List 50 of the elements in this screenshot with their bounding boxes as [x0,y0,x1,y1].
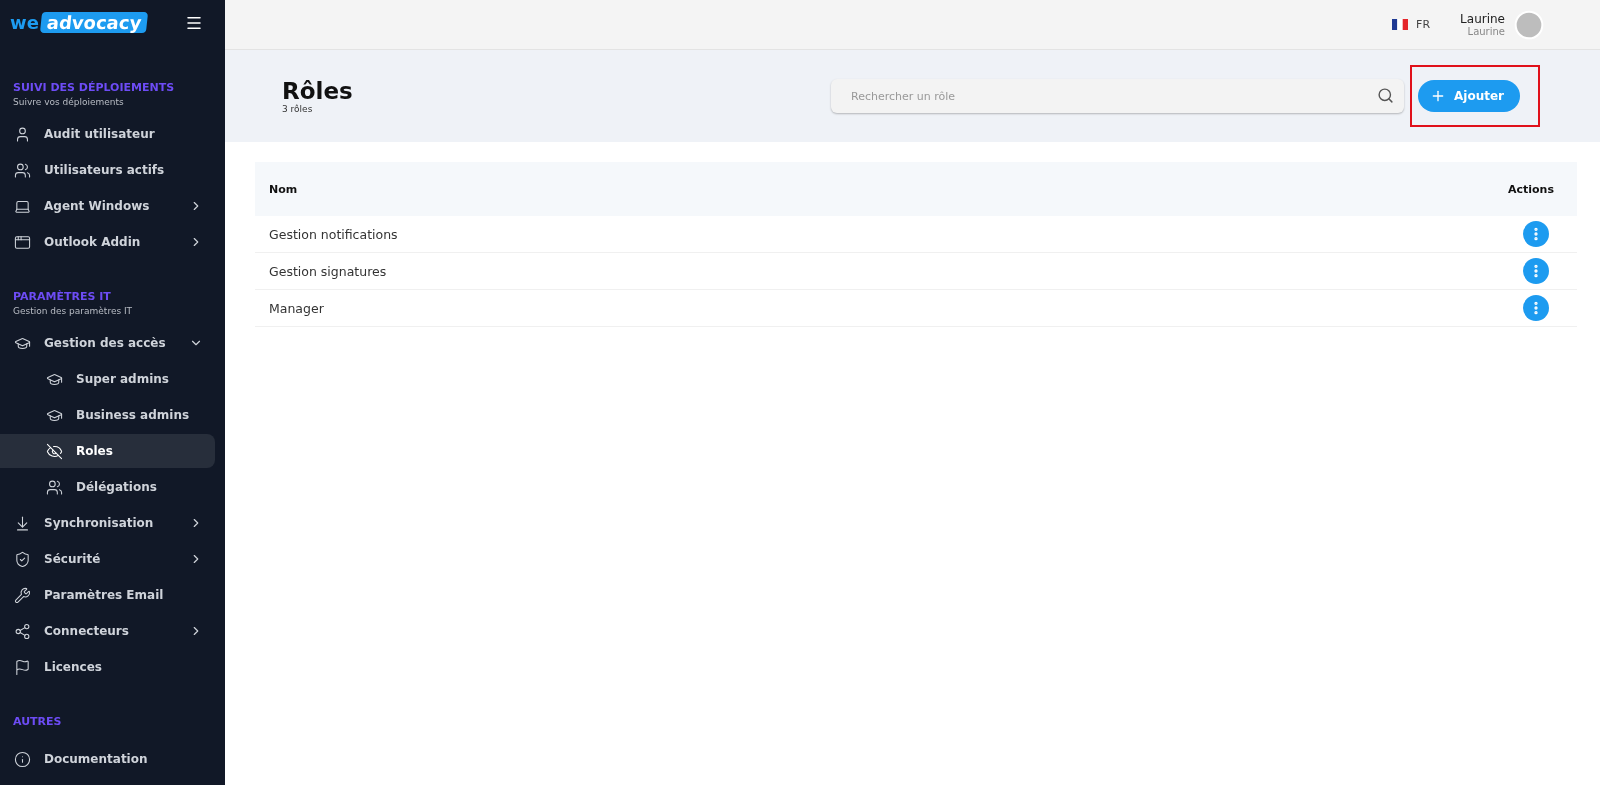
sidebar-item[interactable]: Business admins [0,398,215,432]
flag-icon [1392,19,1409,30]
sidebar-item[interactable]: Documentation [0,742,215,776]
search-icon[interactable] [1377,87,1394,104]
sidebar-item[interactable]: Outlook Addin [0,225,215,259]
sidebar-item[interactable]: Super admins [0,362,215,396]
sidebar-item[interactable]: Utilisateurs actifs [0,153,215,187]
sidebar-item[interactable]: Gestion des accès [0,326,215,360]
page-title: Rôles [282,78,353,104]
logo: we advocacy [10,12,148,33]
actions-button[interactable] [1523,221,1549,247]
download-icon [14,514,31,532]
actions-button[interactable] [1523,295,1549,321]
window-icon [14,233,31,251]
table-cell-text: Gestion notifications [269,226,399,242]
sidebar-item[interactable]: Agent Windows [0,189,215,223]
person-icon [14,125,31,143]
user-subtitle: Laurine [1466,26,1505,37]
sidebar-item[interactable]: Connecteurs [0,614,215,648]
info-icon [14,750,31,768]
shield-check-icon [14,550,31,568]
sidebar-item[interactable]: Sécurité [0,542,215,576]
people-icon [46,478,63,496]
section-title: SUIVI DES DÉPLOIEMENTS [12,81,176,94]
section-subtitle: Gestion des paramètres IT [12,305,134,318]
section-subtitle: Suivre vos déploiements [12,96,125,109]
section-title: PARAMÈTRES IT [12,290,112,303]
plus-icon [1430,88,1446,104]
search-field[interactable]: Rechercher un rôle [831,79,1404,113]
share-icon [14,622,31,640]
sidebar-item[interactable]: Paramètres Email [0,578,215,612]
role-count: 3 rôles [282,104,314,114]
sidebar-item[interactable]: Délégations [0,470,215,504]
sidebar-item[interactable]: Synchronisation [0,506,215,540]
column-header: Actions [1508,182,1554,196]
wrench-icon [14,586,31,604]
avatar-icon[interactable] [1513,8,1545,41]
language-label[interactable]: FR [1416,18,1431,31]
column-header: Nom [269,182,299,196]
sidebar-item[interactable]: Licences [0,650,215,684]
sidebar-item[interactable]: Roles [0,434,215,468]
table-cell-text: Gestion signatures [269,263,388,279]
actions-button[interactable] [1523,258,1549,284]
section-title: AUTRES [12,715,63,728]
sidebar-item[interactable]: Audit utilisateur [0,117,215,151]
user-name: Laurine [1460,12,1505,26]
table-cell-text: Manager [269,300,325,316]
group-icon [14,161,31,179]
flag-icon [14,658,31,676]
eye-off-icon [46,442,63,460]
